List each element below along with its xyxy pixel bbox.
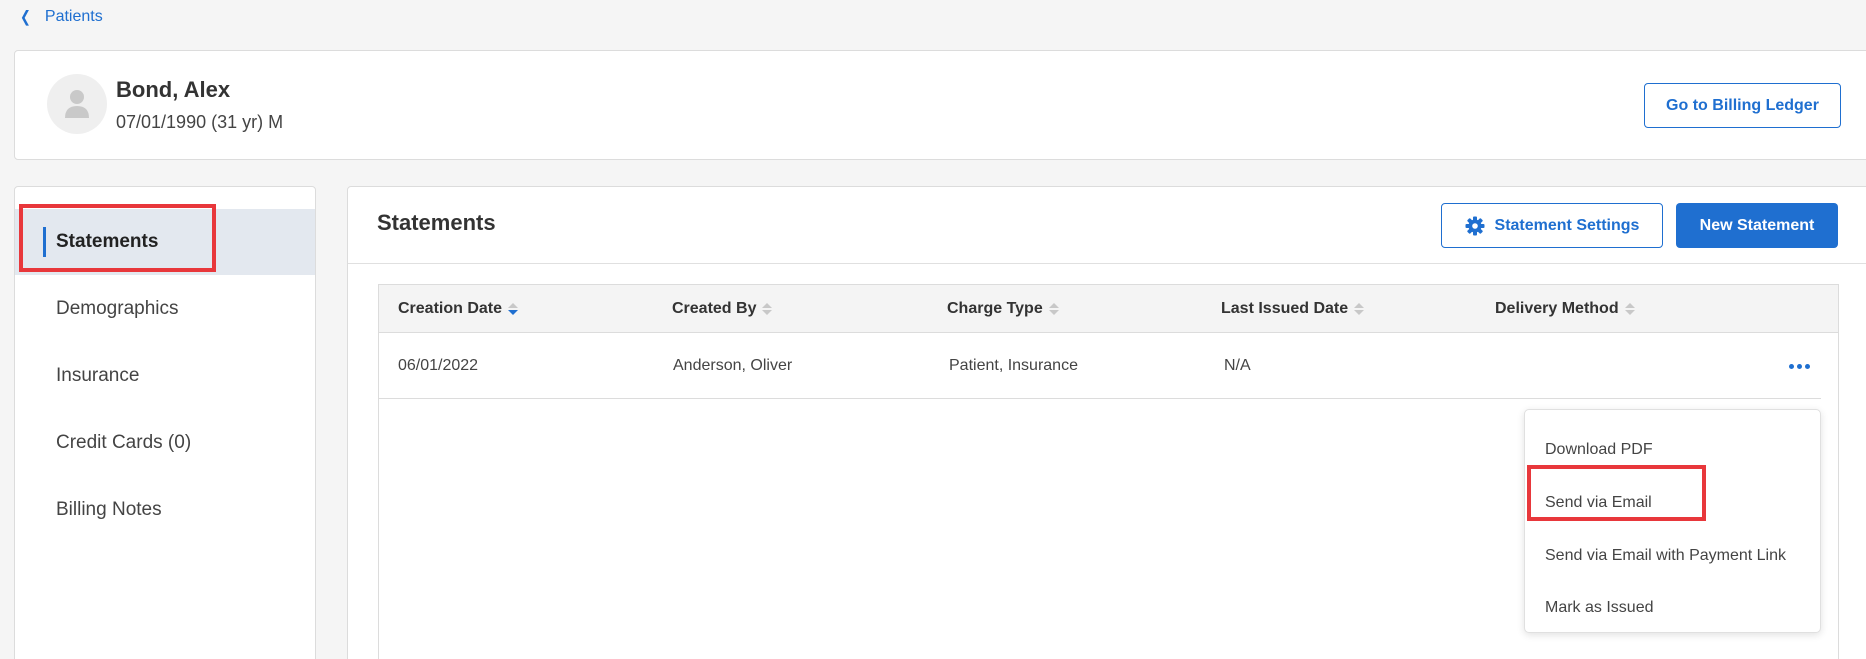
patient-dob: 07/01/1990 (31 yr) M xyxy=(116,112,284,132)
sidebar-item-label: Statements xyxy=(56,231,159,252)
sidebar: Statements Demographics Insurance Credit… xyxy=(14,186,316,659)
new-statement-button[interactable]: New Statement xyxy=(1676,203,1838,248)
sidebar-item-demographics[interactable]: Demographics xyxy=(15,276,315,342)
avatar xyxy=(47,74,107,134)
sidebar-item-insurance[interactable]: Insurance xyxy=(15,343,315,409)
cell-creation-date: 06/01/2022 xyxy=(398,357,479,374)
sidebar-item-label: Credit Cards (0) xyxy=(56,432,192,453)
table-row[interactable]: 06/01/2022 Anderson, Oliver Patient, Ins… xyxy=(379,333,1821,399)
page-title: Statements xyxy=(377,210,496,235)
cell-charge-type: Patient, Insurance xyxy=(949,357,1078,374)
breadcrumb[interactable]: ❮ Patients xyxy=(20,6,103,28)
sidebar-item-credit-cards[interactable]: Credit Cards (0) xyxy=(15,410,315,476)
chevron-left-icon: ❮ xyxy=(20,7,31,26)
sort-icon xyxy=(508,303,519,315)
sort-icon xyxy=(1624,303,1635,315)
row-actions-menu: Download PDF Send via Email Send via Ema… xyxy=(1524,409,1821,633)
column-header-created-by[interactable]: Created By xyxy=(672,285,773,333)
sidebar-item-statements[interactable]: Statements xyxy=(15,209,315,275)
user-icon xyxy=(65,90,89,118)
column-header-charge-type[interactable]: Charge Type xyxy=(947,285,1059,333)
breadcrumb-patients-link[interactable]: Patients xyxy=(45,8,103,26)
table-header: Creation Date Created By Charge Type Las… xyxy=(379,285,1838,333)
cell-last-issued-date: N/A xyxy=(1224,357,1251,374)
sidebar-item-label: Insurance xyxy=(56,365,140,386)
more-options-icon[interactable] xyxy=(1785,356,1813,376)
sidebar-item-label: Billing Notes xyxy=(56,499,162,520)
menu-item-send-via-email-payment-link[interactable]: Send via Email with Payment Link xyxy=(1525,531,1820,581)
sort-icon xyxy=(1354,303,1365,315)
statement-settings-button[interactable]: Statement Settings xyxy=(1441,203,1663,248)
sort-icon xyxy=(1048,303,1059,315)
menu-item-mark-as-issued[interactable]: Mark as Issued xyxy=(1525,583,1820,633)
cell-created-by: Anderson, Oliver xyxy=(673,357,793,374)
patient-header-card: Bond, Alex 07/01/1990 (31 yr) M Go to Bi… xyxy=(14,50,1866,160)
statement-settings-label: Statement Settings xyxy=(1494,216,1640,234)
divider xyxy=(348,263,1866,264)
gear-icon xyxy=(1465,216,1485,235)
patient-name: Bond, Alex xyxy=(116,77,231,102)
column-header-creation-date[interactable]: Creation Date xyxy=(398,285,519,333)
sort-icon xyxy=(762,303,773,315)
sidebar-item-billing-notes[interactable]: Billing Notes xyxy=(15,477,315,543)
menu-item-send-via-email[interactable]: Send via Email xyxy=(1525,478,1820,528)
go-to-billing-ledger-button[interactable]: Go to Billing Ledger xyxy=(1644,83,1841,128)
column-header-delivery-method[interactable]: Delivery Method xyxy=(1495,285,1635,333)
column-header-last-issued-date[interactable]: Last Issued Date xyxy=(1221,285,1365,333)
menu-item-download-pdf[interactable]: Download PDF xyxy=(1525,425,1820,475)
sidebar-item-label: Demographics xyxy=(56,298,179,319)
